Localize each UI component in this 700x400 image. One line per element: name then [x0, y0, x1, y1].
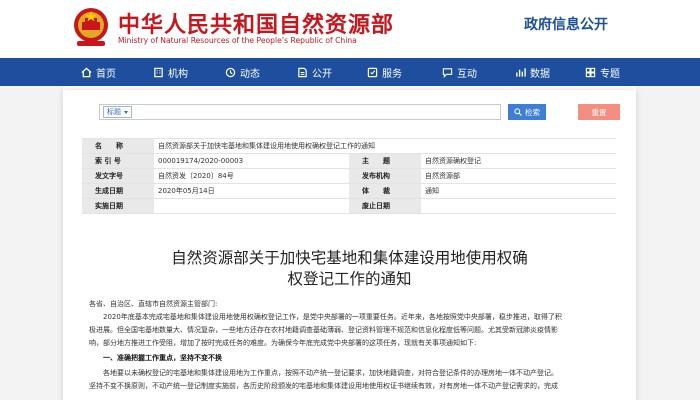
- meta-key: 生成日期: [82, 183, 154, 199]
- national-emblem-icon[interactable]: [71, 5, 111, 49]
- meta-key: 主 题: [349, 153, 421, 169]
- meta-value: 000019174/2020-00003: [154, 153, 349, 169]
- nav-item-public[interactable]: 公开: [297, 58, 332, 86]
- article-paragraph-line: 各地要以未确权登记的宅基地和集体建设用地为工作重点，按照不动产统一登记要求，加快…: [103, 369, 558, 377]
- home-icon: [81, 67, 92, 77]
- meta-value: 通知: [421, 183, 616, 199]
- article-paragraph-line: 坚持不变不换原则，不动产统一登记制度实施前，各历史阶段颁发的宅基地和集体建设用地…: [89, 382, 558, 390]
- meta-value: 自然资源部关于加快宅基地和集体建设用地使用权确权登记工作的通知: [154, 138, 616, 154]
- nav-item-label: 公开: [312, 68, 332, 80]
- nav-item-news[interactable]: 动态: [225, 58, 260, 86]
- table-row: 发文字号 自然资发〔2020〕84号 发布机构 自然资源部: [82, 168, 616, 184]
- search-button[interactable]: 检索: [508, 104, 546, 120]
- content-card: 标题 检索 重置 名 称 自然资源部关于加快宅基地和集体建设用地使用权确权登记工…: [63, 90, 636, 400]
- search-bar: 标题 检索 重置: [99, 104, 620, 120]
- article-paragraph-line: 2020年底基本完成宅基地和集体建设用地使用权确权登记工作，是党中央部署的一项重…: [103, 313, 562, 321]
- meta-key: 名 称: [82, 138, 154, 154]
- table-row: 索 引 号 000019174/2020-00003 主 题 自然资源确权登记: [82, 153, 616, 169]
- nav-item-label: 首页: [96, 68, 116, 80]
- nav-item-interact[interactable]: 互动: [442, 58, 477, 86]
- topic-icon: [585, 67, 596, 77]
- main-nav: 首页 机构 动态 公开 服务 互动 数据 专题: [0, 58, 700, 86]
- doc-icon: [298, 67, 307, 77]
- nav-item-label: 专题: [600, 68, 620, 80]
- service-icon: [367, 67, 378, 77]
- nav-item-label: 服务: [382, 68, 402, 80]
- meta-value: 2020年05月14日: [154, 183, 349, 199]
- meta-key: 体 裁: [349, 183, 421, 199]
- table-row: 生成日期 2020年05月14日 体 裁 通知: [82, 183, 616, 199]
- document-metadata-table: 名 称 自然资源部关于加快宅基地和集体建设用地使用权确权登记工作的通知 索 引 …: [82, 138, 616, 214]
- article-title-line: 权登记工作的通知: [287, 270, 412, 288]
- page-background-right: [636, 86, 700, 400]
- meta-value: 自然资源部: [421, 168, 616, 184]
- site-subtitle: Ministry of Natural Resources of the Peo…: [118, 36, 357, 45]
- nav-item-topic[interactable]: 专题: [585, 58, 620, 86]
- meta-value: 自然资发〔2020〕84号: [154, 168, 349, 184]
- reset-button-label: 重置: [591, 107, 607, 117]
- nav-item-label: 动态: [240, 68, 260, 80]
- meta-key: 发文字号: [82, 168, 154, 184]
- nav-item-data[interactable]: 数据: [515, 58, 550, 86]
- building-icon: [154, 67, 163, 77]
- meta-value: 自然资源确权登记: [421, 153, 616, 169]
- chat-icon: [442, 67, 453, 78]
- nav-item-service[interactable]: 服务: [367, 58, 402, 86]
- chevron-down-icon: [124, 110, 128, 114]
- table-row: 实施日期 废止日期: [82, 198, 616, 214]
- nav-item-label: 机构: [168, 68, 188, 80]
- meta-key: 实施日期: [82, 198, 154, 214]
- search-input[interactable]: 标题: [99, 104, 501, 120]
- article-title-line: 自然资源部关于加快宅基地和集体建设用地使用权确: [171, 249, 528, 267]
- article-paragraph-line: 极进展。但全国宅基地数量大、情况复杂，一些地方还存在农村地籍调查基础薄弱、登记资…: [89, 326, 558, 334]
- meta-value: [154, 198, 349, 214]
- article-section-heading: 一、准确把握工作重点，坚持不变不换: [103, 354, 222, 362]
- search-button-label: 检索: [525, 107, 540, 117]
- article-salutation: 各省、自治区、直辖市自然资源主管部门:: [89, 300, 218, 308]
- meta-value: [421, 198, 616, 214]
- site-header: 中华人民共和国自然资源部 Ministry of Natural Resourc…: [0, 0, 700, 58]
- nav-item-label: 互动: [457, 68, 477, 80]
- search-icon: [514, 108, 522, 116]
- meta-key: 废止日期: [349, 198, 421, 214]
- nav-item-org[interactable]: 机构: [153, 58, 188, 86]
- search-field-label: 标题: [107, 108, 121, 116]
- meta-key: 索 引 号: [82, 153, 154, 169]
- nav-item-home[interactable]: 首页: [81, 58, 116, 86]
- reset-button[interactable]: 重置: [578, 104, 620, 120]
- nav-item-label: 数据: [530, 68, 550, 80]
- page-background-left: [0, 86, 63, 400]
- article-paragraph-line: 响，部分地方推进工作受阻，增加了按时完成任务的难度。为确保今年底完成党中央部署的…: [89, 339, 477, 347]
- news-icon: [225, 67, 236, 77]
- portal-name[interactable]: 政府信息公开: [524, 14, 608, 34]
- search-field-select[interactable]: 标题: [103, 106, 132, 118]
- site-title[interactable]: 中华人民共和国自然资源部: [118, 7, 394, 39]
- article-title: 自然资源部关于加快宅基地和集体建设用地使用权确 权登记工作的通知: [63, 248, 636, 290]
- meta-key: 发布机构: [349, 168, 421, 184]
- chart-icon: [516, 67, 526, 77]
- table-row: 名 称 自然资源部关于加快宅基地和集体建设用地使用权确权登记工作的通知: [82, 138, 616, 154]
